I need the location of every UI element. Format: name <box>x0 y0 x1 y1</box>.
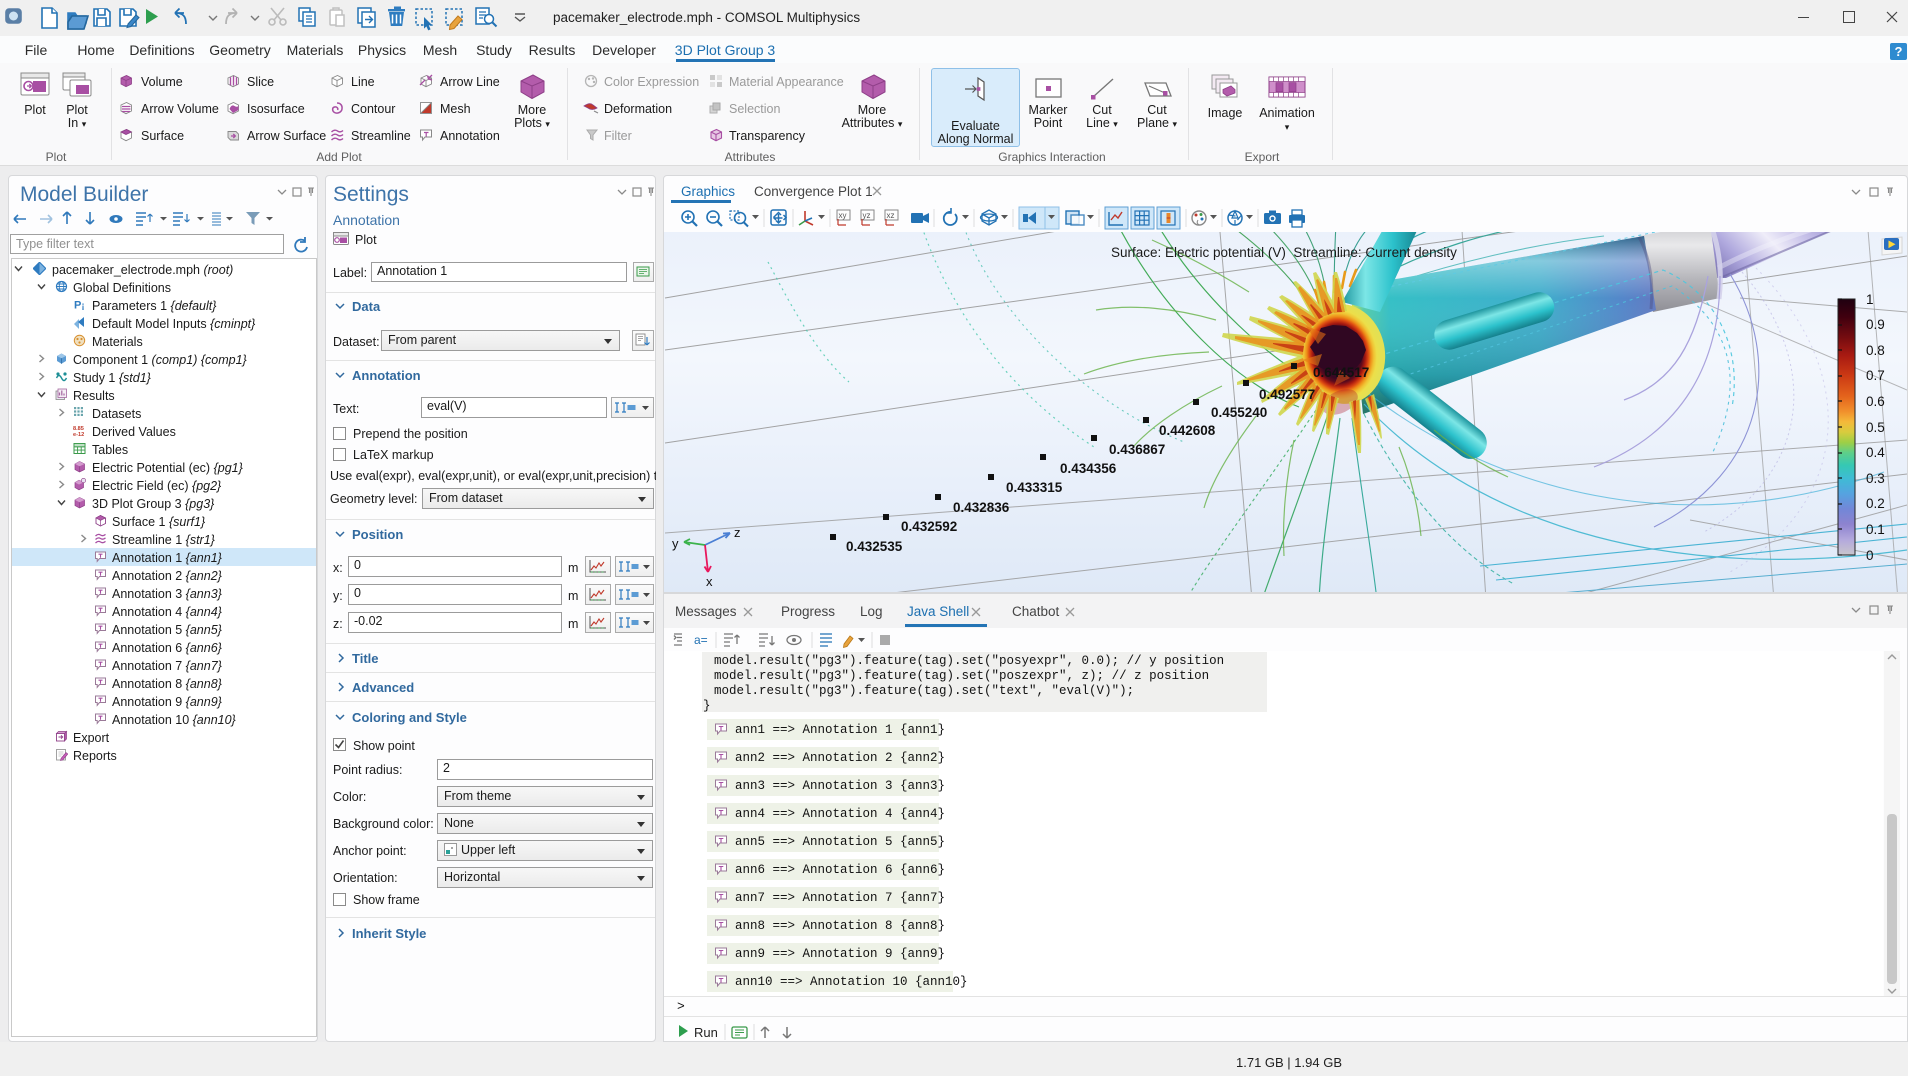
svg-text:0.2: 0.2 <box>1866 496 1885 511</box>
svg-text:y: y <box>672 536 679 551</box>
svg-text:0.5: 0.5 <box>1866 420 1885 435</box>
svg-text:0.433315: 0.433315 <box>1006 480 1063 495</box>
svg-text:0.432592: 0.432592 <box>901 519 957 534</box>
svg-text:0.436867: 0.436867 <box>1109 442 1165 457</box>
svg-text:0.492577: 0.492577 <box>1259 387 1315 402</box>
svg-text:0.644517: 0.644517 <box>1313 365 1369 380</box>
svg-text:0: 0 <box>1866 548 1874 563</box>
svg-text:0.3: 0.3 <box>1866 471 1885 486</box>
svg-text:xy: xy <box>839 211 847 220</box>
svg-text:0.9: 0.9 <box>1866 317 1885 332</box>
svg-text:0.1: 0.1 <box>1866 522 1885 537</box>
svg-text:Surface: Electric potential (V: Surface: Electric potential (V) Streamli… <box>1111 245 1457 260</box>
svg-text:P: P <box>74 300 81 312</box>
svg-text:¡: ¡ <box>82 301 85 311</box>
svg-text:yz: yz <box>863 211 871 220</box>
svg-text:0.6: 0.6 <box>1866 394 1885 409</box>
svg-text:0.432535: 0.432535 <box>846 539 903 554</box>
svg-text:0.442608: 0.442608 <box>1159 423 1216 438</box>
svg-text:0.455240: 0.455240 <box>1211 405 1267 420</box>
svg-text:Run: Run <box>694 1025 718 1040</box>
svg-text:e-12: e-12 <box>73 432 84 437</box>
svg-text:xz: xz <box>887 211 895 220</box>
svg-text:0.432836: 0.432836 <box>953 500 1010 515</box>
svg-text:0.4: 0.4 <box>1866 445 1885 460</box>
svg-text:0.434356: 0.434356 <box>1060 461 1117 476</box>
svg-text:0.7: 0.7 <box>1866 368 1885 383</box>
svg-text:x: x <box>706 574 713 589</box>
svg-text:1: 1 <box>1866 292 1874 307</box>
svg-text:0.8: 0.8 <box>1866 343 1885 358</box>
svg-text:z: z <box>734 525 741 540</box>
svg-text:a=: a= <box>694 633 708 647</box>
